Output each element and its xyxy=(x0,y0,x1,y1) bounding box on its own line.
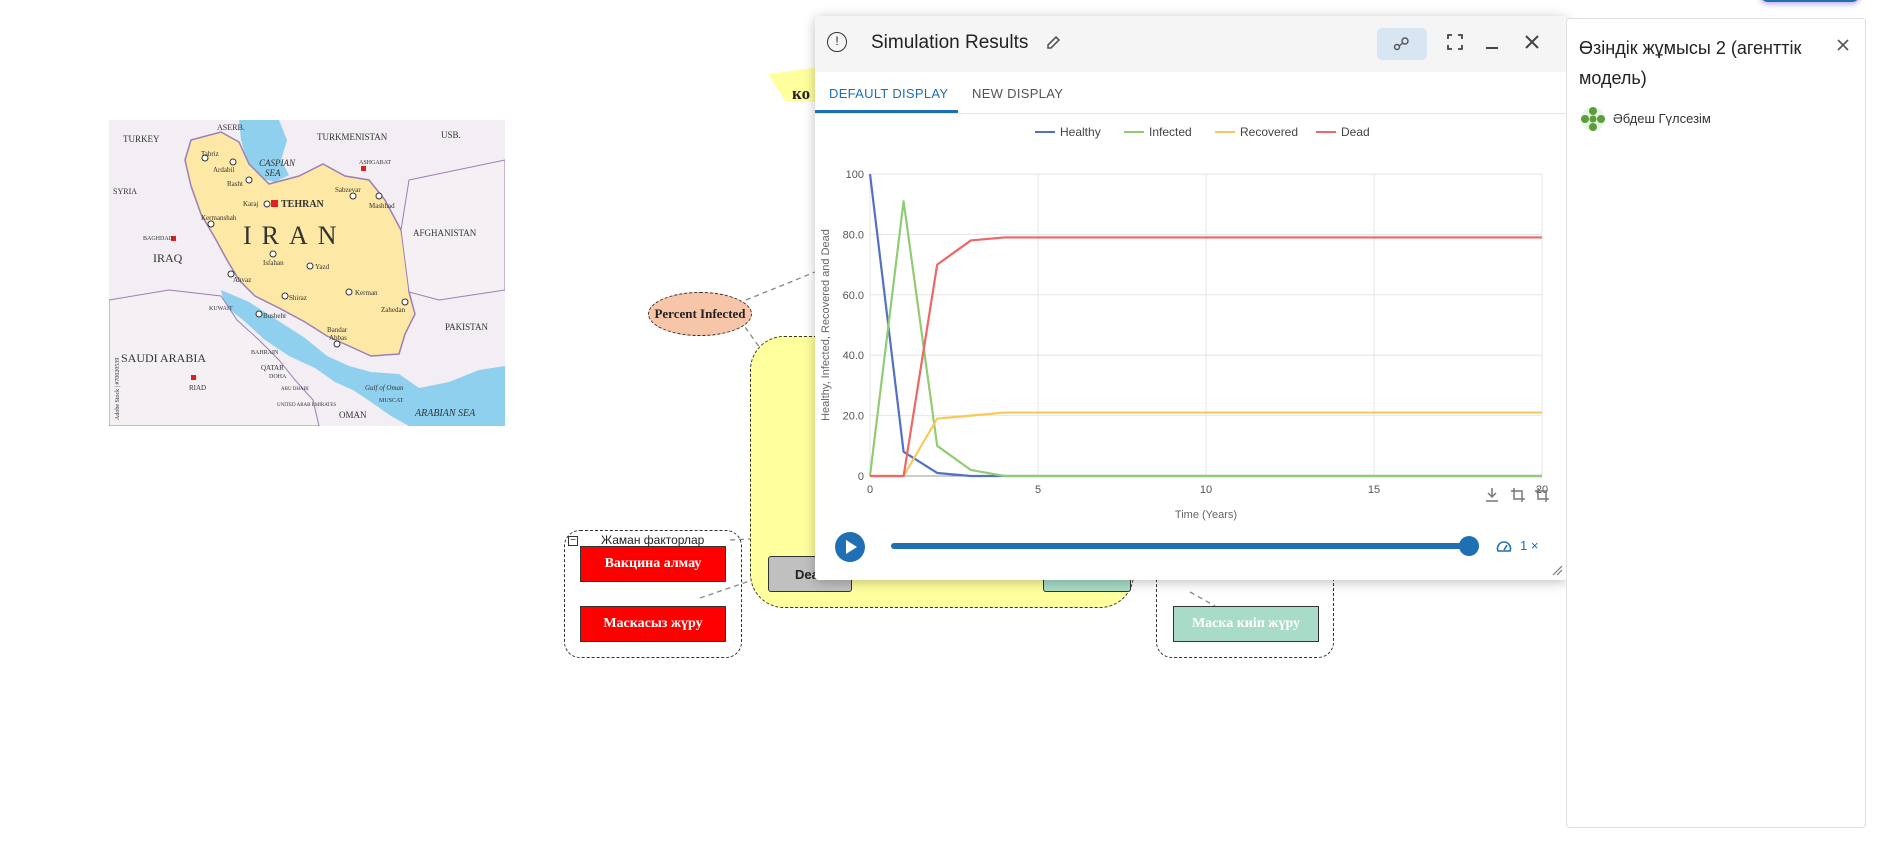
simulation-chart: 020.040.060.080.01000 5 10 15 20Time (Years)… xyxy=(820,125,1548,521)
fullscreen-icon[interactable] xyxy=(1445,32,1465,52)
note-text: ко xyxy=(792,84,811,103)
legend-label-recovered: Recovered xyxy=(1240,125,1298,139)
project-title: Өзіндік жұмысы 2 (агенттік модель) xyxy=(1579,38,1802,88)
legend-label-dead: Dead xyxy=(1341,125,1370,139)
collapse-icon[interactable]: − xyxy=(568,536,578,546)
info-icon[interactable]: ! xyxy=(827,32,847,52)
active-tab-indicator xyxy=(815,110,958,113)
zoom-select-icon[interactable] xyxy=(1509,486,1527,504)
legend-label-healthy: Healthy xyxy=(1060,125,1101,139)
display-tabs: DEFAULT DISPLAY NEW DISPLAY xyxy=(815,72,1567,114)
x-tick-label: 10 xyxy=(1200,484,1212,496)
tab-default-display[interactable]: DEFAULT DISPLAY xyxy=(829,86,948,101)
play-button[interactable] xyxy=(835,532,865,562)
no-vaccine-factor[interactable]: Вакцина алмау xyxy=(580,546,726,582)
no-mask-factor[interactable]: Маскасыз жүру xyxy=(580,606,726,642)
resize-icon[interactable] xyxy=(1551,564,1563,576)
close-icon[interactable] xyxy=(1522,32,1542,52)
mask-wearing-factor[interactable]: Маска киіп жүру xyxy=(1173,606,1319,642)
x-tick-label: 15 xyxy=(1368,484,1380,496)
y-tick-label: 0 xyxy=(858,471,864,483)
author-name[interactable]: Әбдеш Гүлсезім xyxy=(1613,111,1711,126)
x-axis-label: Time (Years) xyxy=(1175,509,1237,521)
x-tick-label: 5 xyxy=(1035,484,1041,496)
speed-label[interactable]: 1 × xyxy=(1520,538,1538,553)
y-tick-label: 100 xyxy=(846,169,864,181)
y-tick-label: 20.0 xyxy=(843,411,864,423)
pencil-icon[interactable] xyxy=(1045,34,1063,52)
y-tick-label: 40.0 xyxy=(843,350,864,362)
minimize-icon[interactable] xyxy=(1483,32,1503,52)
close-icon[interactable] xyxy=(1835,37,1851,53)
speedometer-icon[interactable] xyxy=(1495,538,1513,556)
percent-infected-node[interactable]: Percent Infected xyxy=(648,292,752,336)
y-tick-label: 60.0 xyxy=(843,290,864,302)
sensitivity-button[interactable] xyxy=(1377,28,1427,60)
legend-label-infected: Infected xyxy=(1149,125,1192,139)
dialog-header: ! Simulation Results xyxy=(815,16,1567,72)
avatar[interactable] xyxy=(1579,105,1607,133)
share-nodes-icon xyxy=(1393,37,1409,51)
y-tick-label: 80.0 xyxy=(843,229,864,241)
simulation-results-dialog: ! Simulation Results DEFAULT DISPLAY NEW… xyxy=(815,16,1567,580)
download-icon[interactable] xyxy=(1483,486,1501,504)
zoom-reset-icon[interactable] xyxy=(1533,486,1551,504)
x-tick-label: 0 xyxy=(867,484,873,496)
project-info-panel: Өзіндік жұмысы 2 (агенттік модель) Әбдеш… xyxy=(1566,18,1866,828)
time-slider-thumb[interactable] xyxy=(1459,536,1479,556)
bad-factors-title: Жаман факторлар xyxy=(601,533,705,547)
time-slider[interactable] xyxy=(891,543,1467,549)
y-axis-label: Healthy, Infected, Recovered and Dead xyxy=(820,229,832,421)
tab-new-display[interactable]: NEW DISPLAY xyxy=(972,86,1063,101)
dialog-title: Simulation Results xyxy=(871,32,1029,53)
